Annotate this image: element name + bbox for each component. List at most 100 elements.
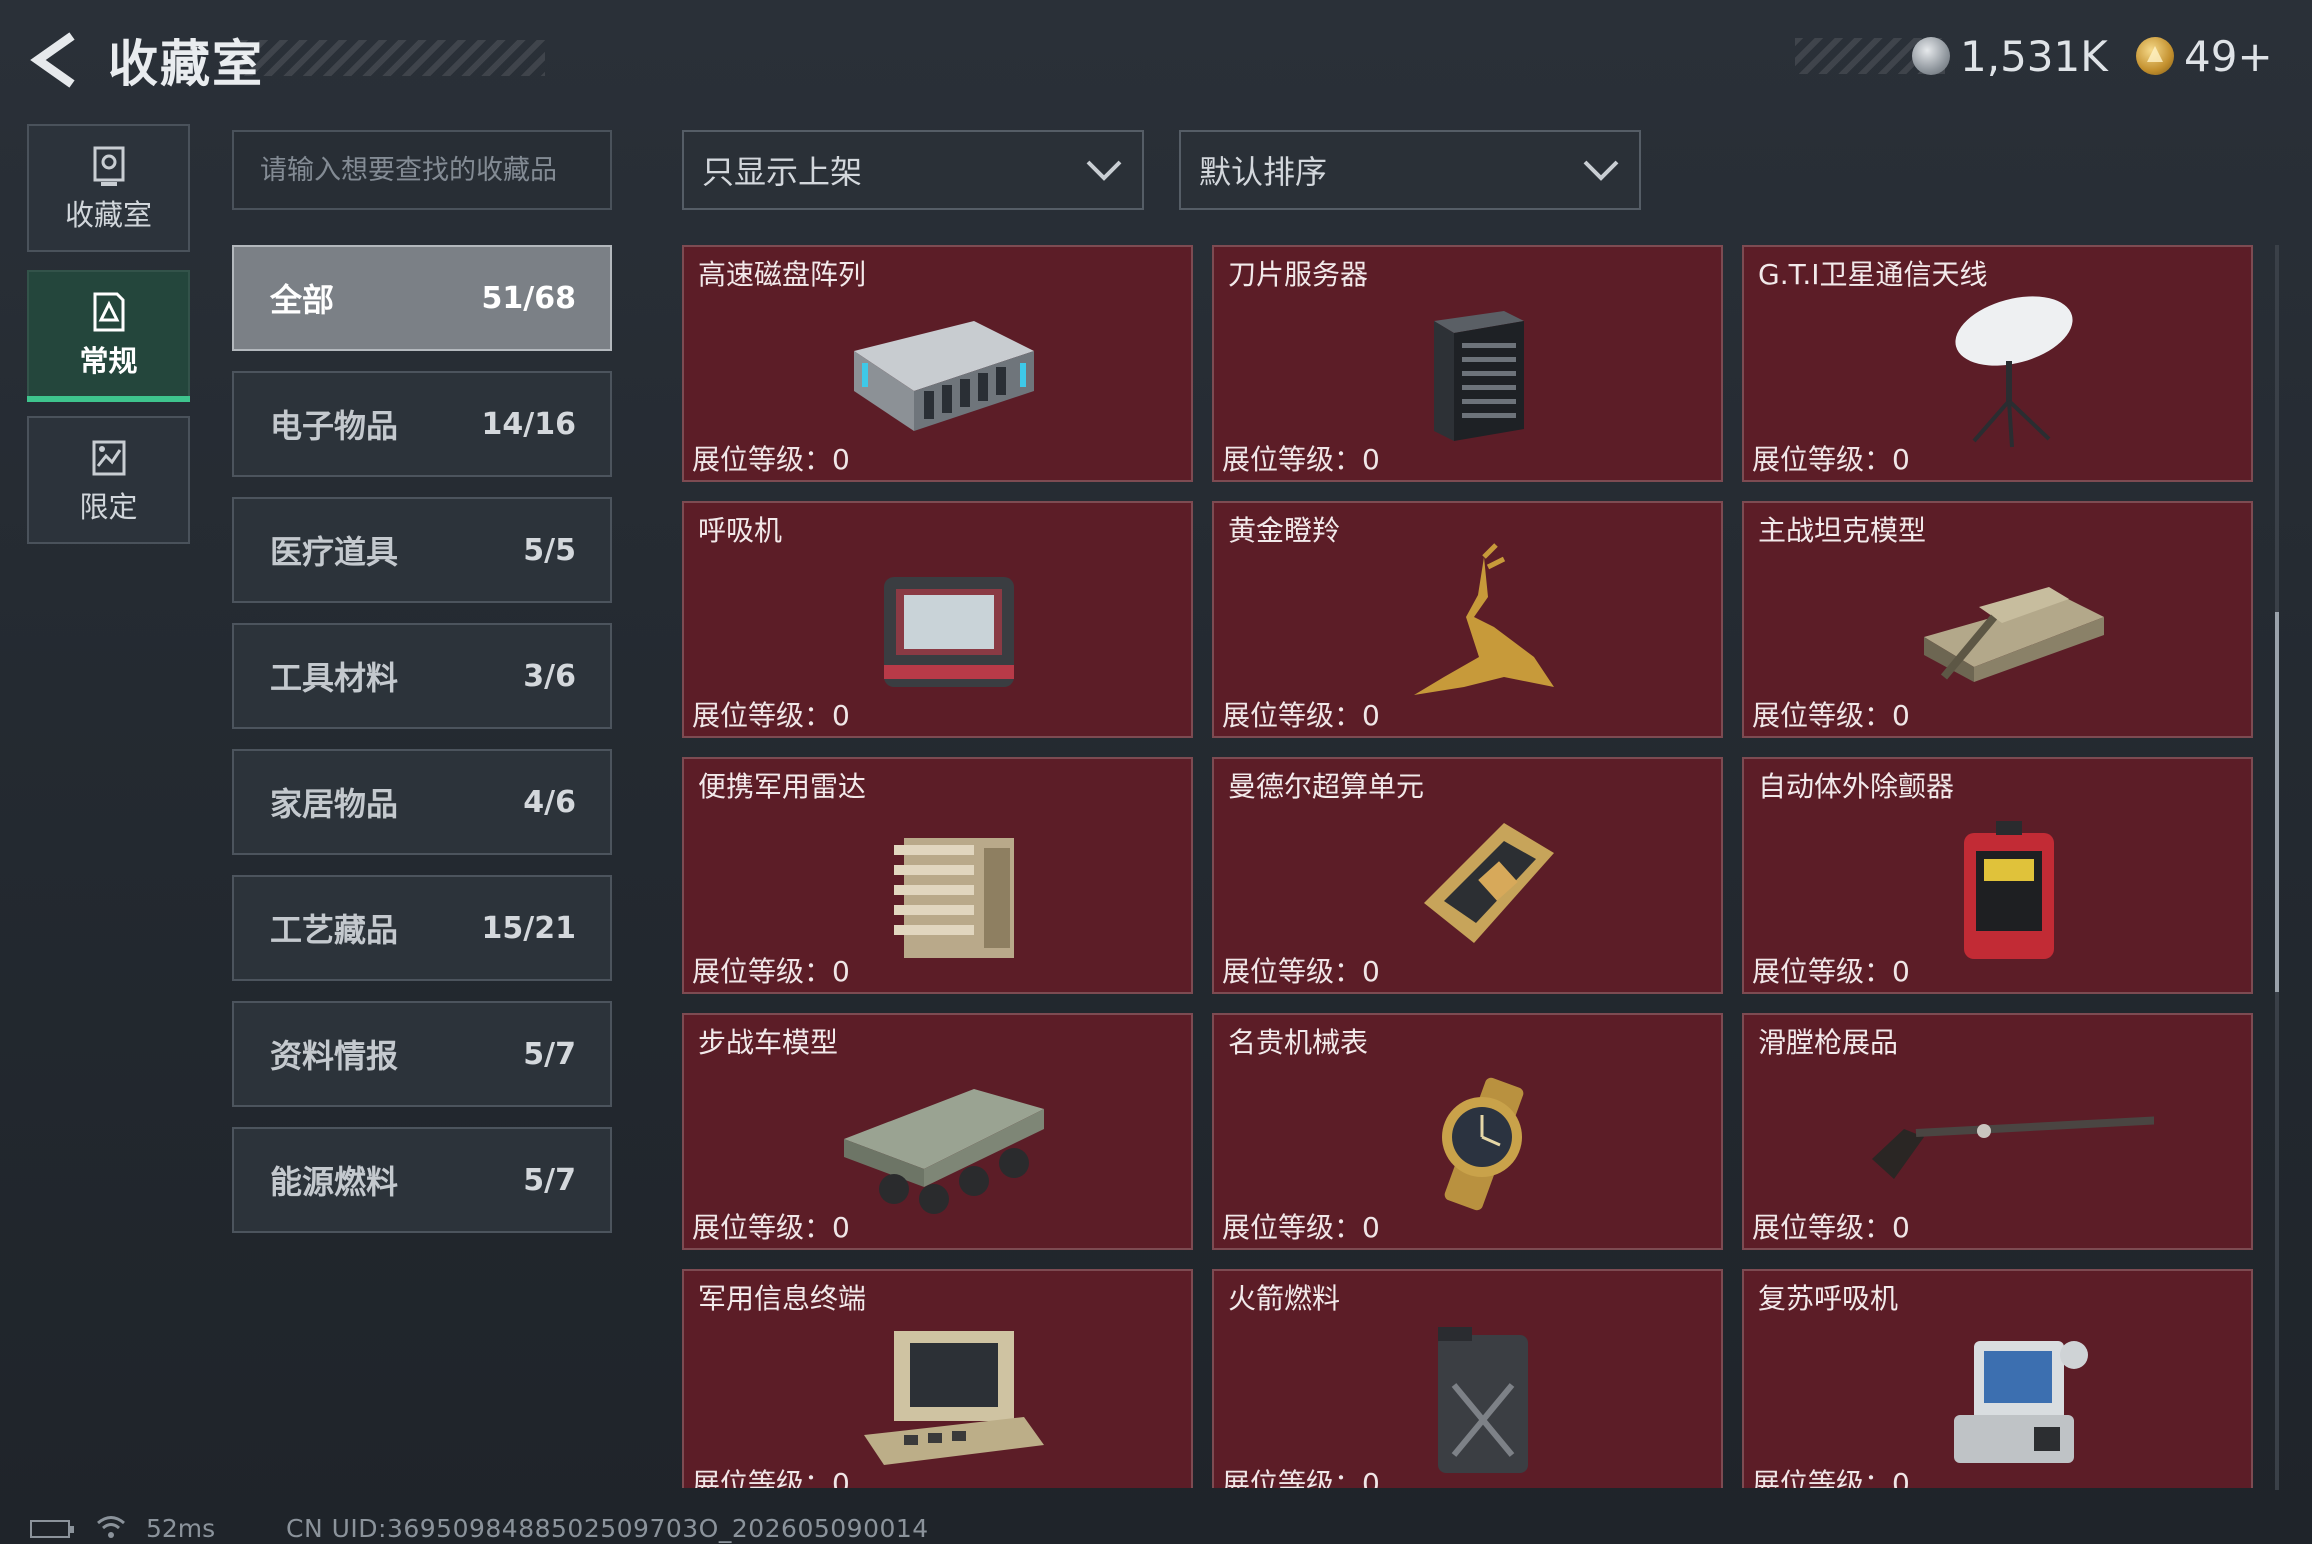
item-card[interactable]: 便携军用雷达 展位等级：0 — [682, 757, 1193, 994]
category-name: 资料情报 — [270, 1037, 399, 1075]
back-button[interactable] — [28, 30, 82, 90]
category-name: 医疗道具 — [270, 533, 399, 571]
gold-currency[interactable]: 49+ — [2136, 31, 2273, 81]
nav-label: 常规 — [79, 344, 138, 378]
back-arrow-icon — [30, 32, 75, 88]
item-card[interactable]: 黄金瞪羚 展位等级：0 — [1212, 501, 1723, 738]
ping-value: 52ms — [146, 1514, 216, 1543]
item-card[interactable]: 高速磁盘阵列 展位等级：0 — [682, 245, 1193, 482]
item-card[interactable]: 刀片服务器 展位等级：0 — [1212, 245, 1723, 482]
item-card[interactable]: 步战车模型 展位等级：0 — [682, 1013, 1193, 1250]
item-card[interactable]: 火箭燃料 展位等级：0 — [1212, 1269, 1723, 1488]
category-fuel[interactable]: 能源燃料 5/7 — [232, 1127, 612, 1233]
item-level: 展位等级：0 — [1752, 955, 1910, 988]
title-decoration — [240, 40, 545, 76]
item-level: 展位等级：0 — [1222, 1211, 1380, 1244]
category-crafts[interactable]: 工艺藏品 15/21 — [232, 875, 612, 981]
item-name: 步战车模型 — [698, 1026, 839, 1059]
category-count: 5/7 — [523, 1036, 576, 1072]
search-box[interactable] — [232, 130, 612, 210]
nav-limited[interactable]: 限定 — [27, 416, 190, 544]
category-name: 全部 — [270, 281, 335, 319]
search-input[interactable] — [234, 132, 610, 208]
sort-dropdown[interactable]: 默认排序 — [1179, 130, 1641, 210]
display-filter-value: 只显示上架 — [702, 153, 863, 191]
category-count: 51/68 — [481, 280, 576, 316]
category-intel[interactable]: 资料情报 5/7 — [232, 1001, 612, 1107]
silver-currency: 1,531K — [1912, 32, 2108, 81]
item-card[interactable]: 军用信息终端 展位等级：0 — [682, 1269, 1193, 1488]
category-all[interactable]: 全部 51/68 — [232, 245, 612, 351]
category-name: 工具材料 — [270, 659, 399, 697]
item-level: 展位等级：0 — [692, 1467, 850, 1488]
ventilator-icon — [884, 577, 1014, 687]
item-card[interactable]: 名贵机械表 展位等级：0 — [1212, 1013, 1723, 1250]
regular-collection-icon — [93, 292, 124, 332]
item-level: 展位等级：0 — [1752, 699, 1910, 732]
category-name: 家居物品 — [270, 785, 399, 823]
gold-currency-value: 49+ — [2184, 31, 2273, 81]
item-level: 展位等级：0 — [1222, 443, 1380, 476]
item-level: 展位等级：0 — [1752, 1467, 1910, 1488]
item-card[interactable]: 主战坦克模型 展位等级：0 — [1742, 501, 2253, 738]
nav-label: 收藏室 — [64, 198, 152, 232]
grid-scrollbar-thumb[interactable] — [2275, 612, 2279, 992]
category-electronics[interactable]: 电子物品 14/16 — [232, 371, 612, 477]
trophy-icon — [93, 146, 124, 186]
military-terminal-icon — [864, 1331, 1044, 1465]
item-name: 火箭燃料 — [1228, 1282, 1341, 1315]
chevron-down-icon — [1086, 160, 1122, 181]
item-level: 展位等级：0 — [692, 1211, 850, 1244]
item-level: 展位等级：0 — [692, 443, 850, 476]
category-medical[interactable]: 医疗道具 5/5 — [232, 497, 612, 603]
item-level: 展位等级：0 — [1222, 699, 1380, 732]
item-card[interactable]: 呼吸机 展位等级：0 — [682, 501, 1193, 738]
silver-coin-icon — [1912, 37, 1950, 75]
category-count: 15/21 — [481, 910, 576, 946]
top-bar: 收藏室 1,531K 49+ — [0, 0, 2312, 118]
item-card[interactable]: G.T.I卫星通信天线 展位等级：0 — [1742, 245, 2253, 482]
category-name: 能源燃料 — [270, 1163, 399, 1201]
item-level: 展位等级：0 — [1222, 1467, 1380, 1488]
display-filter-dropdown[interactable]: 只显示上架 — [682, 130, 1144, 210]
tank-model-icon — [1924, 587, 2104, 682]
nav-collection-room[interactable]: 收藏室 — [27, 124, 190, 252]
luxury-watch-icon — [1442, 1077, 1524, 1211]
user-uid: CN UID:3695098488502509703O_202605090014 — [286, 1514, 929, 1543]
category-count: 14/16 — [481, 406, 576, 442]
blade-server-icon — [1434, 311, 1524, 441]
item-level: 展位等级：0 — [1222, 955, 1380, 988]
golden-gazelle-icon — [1414, 543, 1554, 695]
item-card[interactable]: 曼德尔超算单元 展位等级：0 — [1212, 757, 1723, 994]
item-name: 黄金瞪羚 — [1228, 514, 1341, 547]
nav-label: 限定 — [79, 490, 138, 524]
item-level: 展位等级：0 — [1752, 1211, 1910, 1244]
item-card[interactable]: 复苏呼吸机 展位等级：0 — [1742, 1269, 2253, 1488]
category-tools[interactable]: 工具材料 3/6 — [232, 623, 612, 729]
collection-grid: 高速磁盘阵列 展位等级：0 刀片服务器 展位等级：0 G.T.I卫星通信天线 展… — [682, 245, 2262, 1488]
wifi-icon — [97, 1516, 125, 1538]
category-household[interactable]: 家居物品 4/6 — [232, 749, 612, 855]
disk-array-icon — [854, 321, 1034, 431]
category-count: 4/6 — [523, 784, 576, 820]
item-level: 展位等级：0 — [692, 955, 850, 988]
limited-collection-icon — [92, 440, 125, 476]
status-bar: 52ms CN UID:3695098488502509703O_2026050… — [0, 1500, 2312, 1544]
category-name: 电子物品 — [270, 407, 399, 445]
defibrillator-icon — [1964, 821, 2054, 959]
portable-radar-icon — [894, 838, 1014, 958]
rocket-fuel-icon — [1438, 1327, 1528, 1473]
item-card[interactable]: 滑膛枪展品 展位等级：0 — [1742, 1013, 2253, 1250]
item-card[interactable]: 自动体外除颤器 展位等级：0 — [1742, 757, 2253, 994]
satellite-antenna-icon — [1955, 296, 2073, 448]
category-name: 工艺藏品 — [270, 911, 399, 949]
resuscitator-icon — [1954, 1341, 2088, 1463]
nav-regular[interactable]: 常规 — [27, 270, 190, 402]
gold-coin-icon — [2136, 37, 2174, 75]
supercomputer-unit-icon — [1424, 823, 1554, 943]
item-level: 展位等级：0 — [1752, 443, 1910, 476]
sort-value: 默认排序 — [1199, 153, 1328, 191]
category-count: 3/6 — [523, 658, 576, 694]
category-count: 5/7 — [523, 1162, 576, 1198]
item-name: 呼吸机 — [698, 514, 783, 547]
